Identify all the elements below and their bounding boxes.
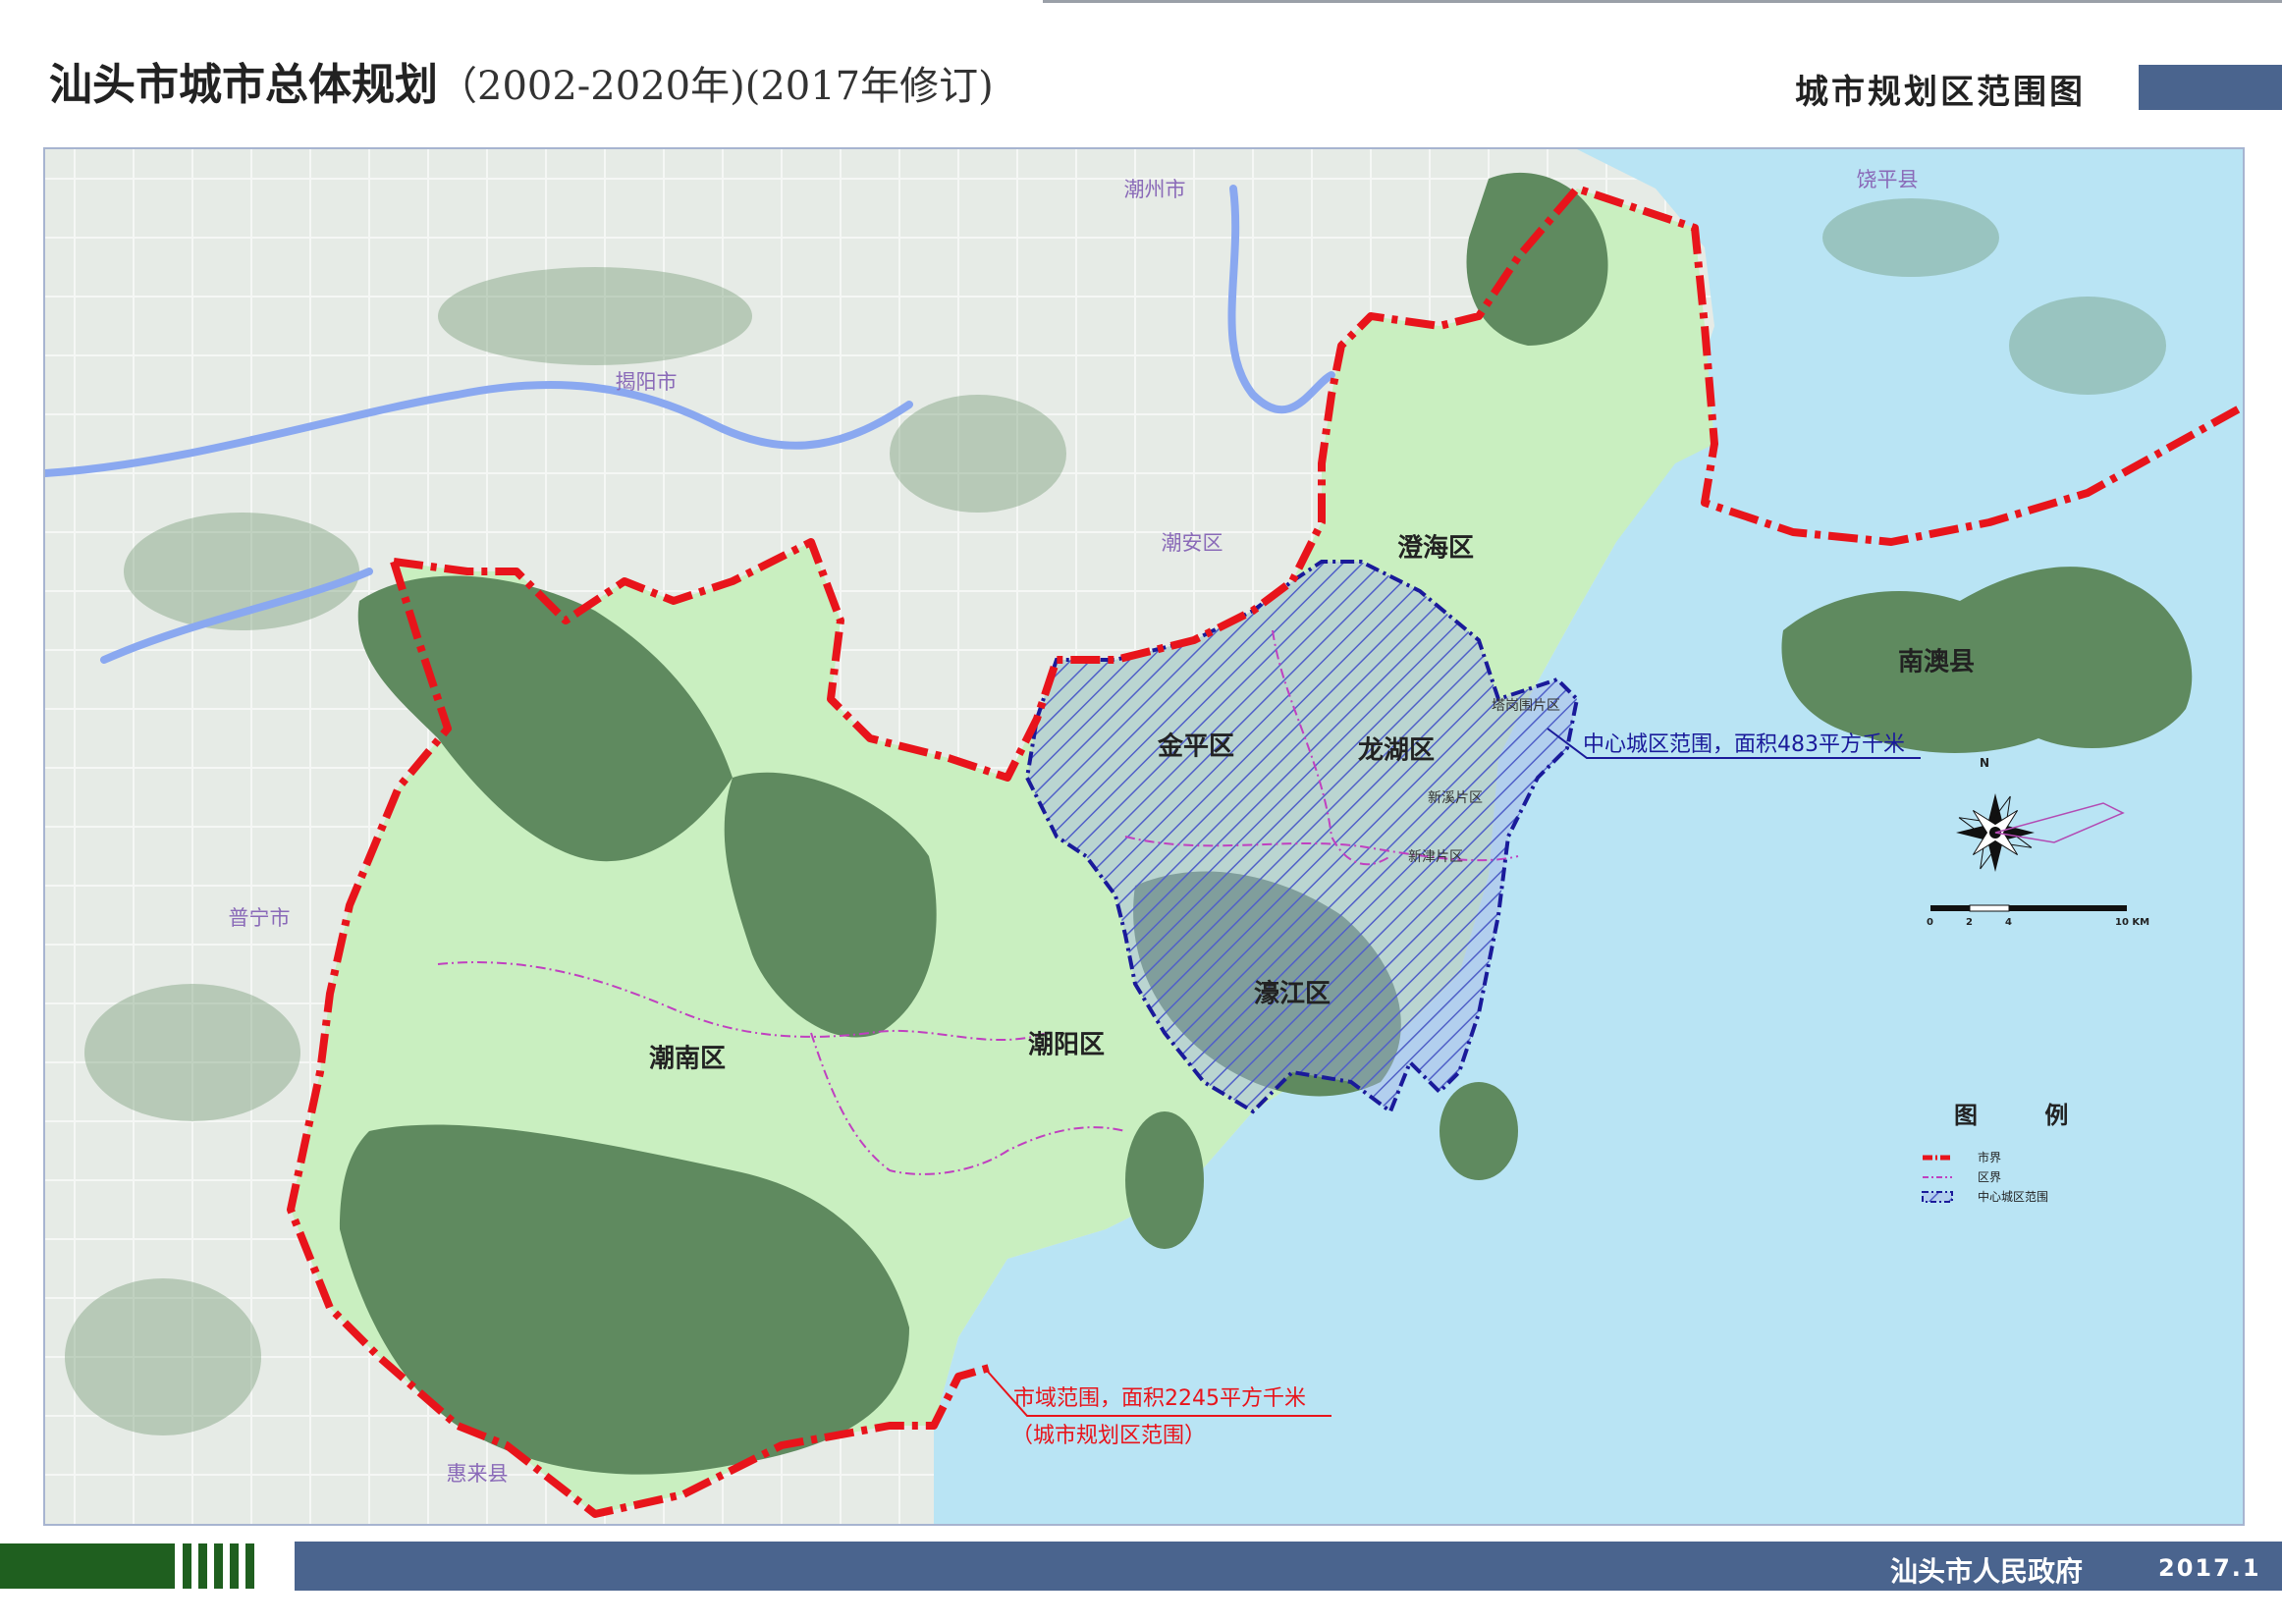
sheet-title: 城市规划区范围图: [1795, 73, 2086, 112]
label-raoping: 饶平县: [1856, 168, 1919, 191]
legend-label: 市界: [1978, 1151, 2002, 1164]
top-rule: [1043, 0, 2282, 3]
label-haojiang: 濠江区: [1253, 979, 1331, 1009]
footer-date: 2017.1: [2158, 1554, 2261, 1582]
footer-stripe: [230, 1543, 239, 1589]
map-canvas[interactable]: [45, 149, 2245, 1526]
north-label: N: [1980, 756, 1990, 770]
label-puning: 普宁市: [228, 906, 291, 930]
label-xinxi: 新溪片区: [1428, 790, 1483, 806]
label-huilai: 惠来县: [446, 1462, 509, 1486]
scale-bar-icon: [1930, 904, 2127, 912]
footer-stripe: [214, 1543, 223, 1589]
label-jieyang: 揭阳市: [615, 370, 678, 394]
scale-tick-0: 0: [1927, 917, 1933, 928]
label-chaozhou: 潮州市: [1123, 178, 1186, 201]
scale-tick-4: 4: [2005, 917, 2012, 928]
footer-stripe: [183, 1543, 191, 1589]
map-frame: 澄海区 金平区 龙湖区 濠江区 潮阳区 潮南区 南澳县 潮州市 饶平县 揭阳市 …: [43, 147, 2245, 1526]
label-nanao: 南澳县: [1897, 647, 1976, 677]
label-tagang: 塔岗围片区: [1492, 698, 1560, 714]
label-xinjin: 新津片区: [1408, 849, 1463, 865]
label-longhu: 龙湖区: [1357, 735, 1436, 766]
label-chaoan: 潮安区: [1161, 531, 1223, 555]
legend-label: 中心城区范围: [1978, 1190, 2049, 1204]
footer-stripe: [198, 1543, 207, 1589]
page-title: 汕头市城市总体规划（2002-2020年)(2017年修订): [49, 49, 994, 112]
scale-tick-2: 2: [1966, 917, 1973, 928]
title-text: 汕头市城市总体规划: [49, 60, 438, 110]
label-chenghai: 澄海区: [1396, 533, 1475, 564]
legend-item-city-boundary: 市界: [1970, 1149, 2001, 1165]
label-jinping: 金平区: [1157, 731, 1235, 762]
legend-item-district-boundary: 区界: [1970, 1168, 2001, 1185]
label-chaonan: 潮南区: [648, 1044, 727, 1074]
legend-item-center-city: 中心城区范围: [1970, 1188, 2048, 1205]
callout-planning-area: （城市规划区范围）: [1011, 1424, 1207, 1448]
scale-tick-10: 10 KM: [2115, 917, 2150, 928]
callout-city-area: 市域范围，面积2245平方千米: [1013, 1386, 1306, 1411]
label-chaoyang: 潮阳区: [1027, 1030, 1106, 1060]
title-subtitle: （2002-2020年)(2017年修订): [438, 64, 994, 109]
legend-title: 图 例: [1954, 1102, 2098, 1129]
header-color-block: [2139, 65, 2282, 110]
callout-center-city: 中心城区范围，面积483平方千米: [1583, 732, 1905, 757]
footer-issuer: 汕头市人民政府: [1890, 1555, 2084, 1588]
legend-label: 区界: [1978, 1170, 2002, 1184]
footer-green-block: [0, 1543, 175, 1589]
footer-stripe: [245, 1543, 254, 1589]
